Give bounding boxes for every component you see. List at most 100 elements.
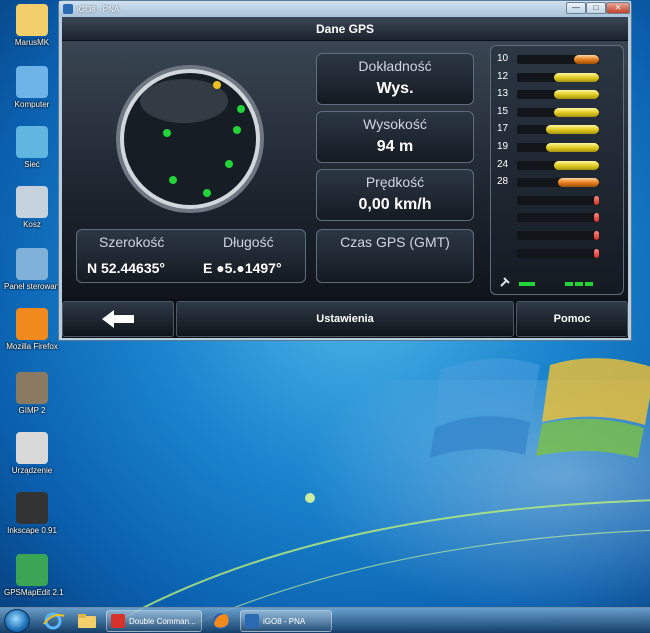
signal-bar: [546, 125, 599, 135]
radar-sat-dot: [225, 160, 233, 168]
signal-track: [517, 178, 599, 188]
satellite-row: [497, 230, 599, 241]
taskbar-task-igo[interactable]: iGO8 - PNA: [240, 610, 332, 632]
gimp-icon: [16, 372, 48, 404]
taskbar: Double Comman... iGO8 - PNA: [0, 607, 650, 633]
window-titlebar[interactable]: iGO8 - PNA: [59, 1, 631, 17]
signal-track: [517, 213, 599, 223]
igo-app-icon: [63, 4, 73, 14]
signal-bar: [594, 231, 599, 240]
satellite-id: 13: [497, 88, 509, 100]
signal-bar: [554, 160, 599, 170]
folder-icon: [78, 614, 96, 628]
altitude-box: Wysokość 94 m: [316, 111, 474, 163]
desktop-icon-label: GPSMapEdit 2.1: [4, 588, 64, 597]
accuracy-label: Dokładność: [358, 58, 432, 74]
satellite-row: [497, 195, 599, 206]
firefox-icon: [16, 308, 48, 340]
signal-track: [517, 125, 599, 135]
gps-time-label: Czas GPS (GMT): [340, 234, 450, 250]
help-button[interactable]: Pomoc: [516, 301, 628, 337]
bottom-bar: Ustawienia Pomoc: [62, 299, 628, 338]
taskbar-pin-explorer[interactable]: [72, 610, 102, 632]
desktop-icon[interactable]: GPSMapEdit 2.1: [4, 554, 64, 597]
desktop-icon-label: Komputer: [14, 100, 50, 109]
radar-sat-dot: [213, 81, 221, 89]
desktop-icon-label: Panel sterowania: [4, 282, 66, 291]
task-label: Double Comman...: [129, 616, 196, 626]
taskbar-pin-ie[interactable]: [38, 610, 68, 632]
satellite-row: 13: [497, 88, 599, 100]
satellite-row: 19: [497, 141, 599, 153]
signal-indicator: [519, 282, 535, 286]
desktop-icon-label: Sieć: [24, 160, 40, 169]
signal-track: [517, 248, 599, 258]
speed-box: Prędkość 0,00 km/h: [316, 169, 474, 221]
minimize-button[interactable]: —: [566, 2, 586, 14]
desktop-icon[interactable]: Inkscape 0.91: [4, 492, 60, 535]
signal-bar: [594, 213, 599, 223]
satellite-row: 17: [497, 123, 599, 135]
altitude-label: Wysokość: [363, 116, 427, 132]
satellite-row: 12: [497, 70, 599, 83]
desktop-icon-label: Inkscape 0.91: [7, 526, 57, 535]
taskbar-task-double-commander[interactable]: Double Comman...: [106, 610, 202, 632]
gps-main-area: Dokładność Wys. Wysokość 94 m Prędkość 0…: [62, 41, 628, 299]
folder-icon: [16, 4, 48, 36]
signal-track: [517, 90, 599, 100]
desktop-icon[interactable]: Kosz: [4, 186, 60, 229]
control-panel-icon: [16, 248, 48, 280]
satellite-id: 12: [497, 70, 509, 82]
fix-indicator: [565, 282, 573, 286]
satellite-radar: [116, 65, 264, 213]
fix-indicator: [575, 282, 583, 286]
arrow-left-icon: [102, 310, 134, 328]
satellite-id: 10: [497, 53, 509, 64]
desktop-icon[interactable]: MarusMK: [4, 4, 60, 47]
signal-track: [517, 55, 599, 64]
signal-bar: [554, 107, 599, 117]
speed-value: 0,00 km/h: [358, 196, 432, 213]
desktop-icon[interactable]: Mozilla Firefox: [4, 308, 60, 351]
radar-sat-dot: [203, 189, 211, 197]
desktop-icon[interactable]: Sieć: [4, 126, 60, 169]
computer-icon: [16, 66, 48, 98]
accuracy-value: Wys.: [376, 80, 414, 97]
signal-track: [517, 160, 599, 170]
start-button[interactable]: [4, 609, 30, 633]
desktop-icon-label: MarusMK: [14, 38, 50, 47]
wallpaper-swoosh: [120, 493, 650, 630]
desktop-icon[interactable]: Urządzenie: [4, 432, 60, 475]
gps-data-screen: Dane GPS Dokładność Wys. Wysokość 94 m P…: [62, 17, 628, 338]
taskbar-pin-firefox[interactable]: [206, 610, 236, 632]
signal-track: [517, 231, 599, 240]
radar-sat-dot: [163, 129, 171, 137]
signal-track: [517, 107, 599, 117]
recycle-bin-icon: [16, 186, 48, 218]
signal-bar: [594, 248, 599, 258]
task-label: iGO8 - PNA: [263, 616, 306, 626]
satellite-id: 24: [497, 158, 509, 170]
back-button[interactable]: [62, 301, 174, 337]
igo-window: iGO8 - PNA — □ ✕ Dane GPS Dokładność Wys…: [58, 0, 632, 341]
satellite-id: 17: [497, 123, 509, 135]
close-button[interactable]: ✕: [606, 2, 630, 14]
desktop-icon-label: Mozilla Firefox: [6, 342, 58, 351]
desktop-icon[interactable]: Komputer: [4, 66, 60, 109]
signal-track: [517, 143, 599, 152]
radar-sat-dot: [237, 105, 245, 113]
satellite-id: 28: [497, 176, 509, 188]
fix-indicator: [585, 282, 593, 286]
radar-sat-dot: [233, 126, 241, 134]
settings-button[interactable]: Ustawienia: [176, 301, 514, 337]
window-title: iGO8 - PNA: [77, 4, 120, 14]
desktop-icon[interactable]: Panel sterowania: [4, 248, 66, 291]
signal-bar: [554, 72, 599, 82]
speed-label: Prędkość: [365, 174, 425, 190]
gps-status-indicators: [500, 277, 593, 287]
satellite-row: 10: [497, 53, 599, 65]
signal-track: [517, 195, 599, 205]
desktop-icon[interactable]: GIMP 2: [4, 372, 60, 415]
maximize-button[interactable]: □: [586, 2, 606, 14]
windows-logo-wallpaper: [430, 358, 650, 458]
